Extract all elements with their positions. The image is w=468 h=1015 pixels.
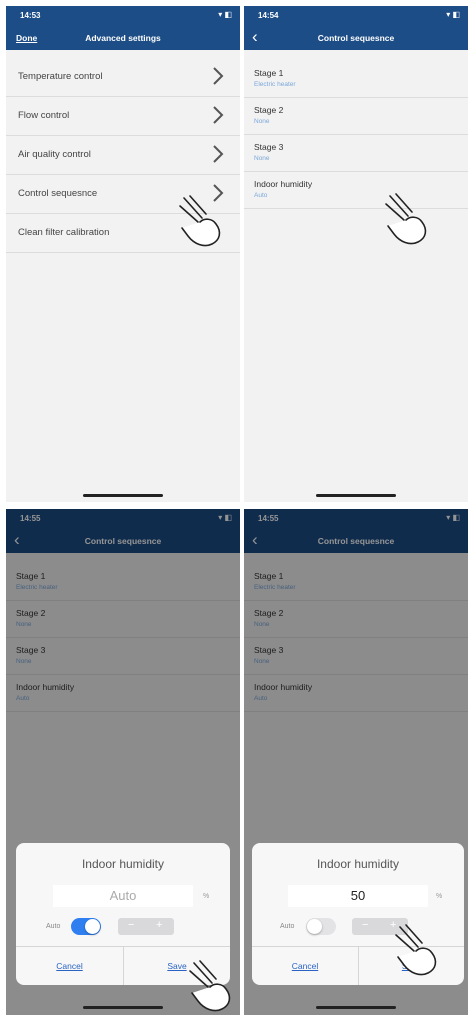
stage-value: Electric heater	[254, 81, 296, 88]
nav-bar: Done Advanced settings	[6, 26, 240, 50]
list-item-stage-2[interactable]: Stage 2 None	[244, 98, 468, 135]
status-icons: ▾ ◧	[218, 10, 232, 19]
menu-item-label: Temperature control	[18, 71, 103, 82]
menu-item-air-quality-control[interactable]: Air quality control	[6, 136, 240, 175]
auto-label: Auto	[280, 923, 295, 930]
menu-item-label: Control sequesnce	[18, 188, 98, 199]
humidity-input[interactable]: 50	[288, 885, 428, 907]
list-item-stage-1[interactable]: Stage 1 Electric heater	[244, 61, 468, 98]
dialog-title: Indoor humidity	[81, 857, 165, 871]
auto-toggle[interactable]	[306, 918, 336, 935]
home-indicator	[316, 1006, 396, 1009]
screen-humidity-dialog-auto: 14:55 ▾ ◧ ‹ Control sequesnce Stage 1 El…	[6, 509, 240, 1015]
stage-title: Indoor humidity	[254, 179, 313, 189]
stage-title: Stage 3	[254, 142, 284, 152]
screen-advanced-settings: 14:53 ▾ ◧ Done Advanced settings Tempera…	[6, 6, 240, 502]
stage-title: Stage 1	[254, 68, 284, 78]
status-bar: 14:54 ▾ ◧	[244, 6, 468, 26]
status-time: 14:53	[20, 11, 41, 20]
minus-icon[interactable]: −	[128, 919, 134, 931]
chevron-right-icon	[213, 67, 224, 85]
home-indicator	[83, 494, 163, 497]
screen-humidity-dialog-manual: 14:55 ▾ ◧ ‹ Control sequesnce Stage 1 El…	[244, 509, 468, 1015]
page-title: Advanced settings	[85, 33, 161, 43]
unit-label: %	[436, 893, 443, 900]
auto-label: Auto	[46, 923, 61, 930]
cancel-button[interactable]: Cancel	[252, 947, 358, 985]
cancel-button[interactable]: Cancel	[16, 947, 123, 985]
menu-item-label: Air quality control	[18, 149, 91, 160]
status-icons: ▾ ◧	[446, 10, 460, 19]
home-indicator	[83, 1006, 163, 1009]
hand-pointer-icon	[395, 924, 437, 976]
chevron-right-icon	[213, 145, 224, 163]
humidity-input[interactable]: Auto	[53, 885, 193, 907]
stage-value: None	[254, 155, 270, 162]
stage-value: Auto	[254, 192, 268, 199]
toggle-knob	[85, 919, 100, 934]
humidity-stepper[interactable]: − +	[118, 918, 174, 935]
home-indicator	[316, 494, 396, 497]
status-bar: 14:53 ▾ ◧	[6, 6, 240, 26]
plus-icon[interactable]: +	[156, 919, 162, 931]
auto-toggle[interactable]	[71, 918, 101, 935]
screen-control-sequence: 14:54 ▾ ◧ ‹ Control sequesnce Stage 1 El…	[244, 6, 468, 502]
dialog-title: Indoor humidity	[316, 857, 400, 871]
minus-icon[interactable]: −	[362, 919, 368, 931]
hand-pointer-icon	[385, 193, 427, 245]
toggle-knob	[307, 919, 322, 934]
status-time: 14:54	[258, 11, 279, 20]
nav-bar: ‹ Control sequesnce	[244, 26, 468, 50]
menu-item-label: Clean filter calibration	[18, 227, 110, 238]
page-title: Control sequesnce	[317, 33, 395, 43]
menu-item-flow-control[interactable]: Flow control	[6, 97, 240, 136]
unit-label: %	[203, 893, 210, 900]
list-item-stage-3[interactable]: Stage 3 None	[244, 135, 468, 172]
menu-item-label: Flow control	[18, 110, 70, 121]
stage-value: None	[254, 118, 270, 125]
hand-pointer-icon	[189, 960, 231, 1012]
chevron-right-icon	[213, 106, 224, 124]
hand-pointer-icon	[179, 195, 221, 247]
menu-item-temperature-control[interactable]: Temperature control	[6, 58, 240, 97]
stage-title: Stage 2	[254, 105, 284, 115]
